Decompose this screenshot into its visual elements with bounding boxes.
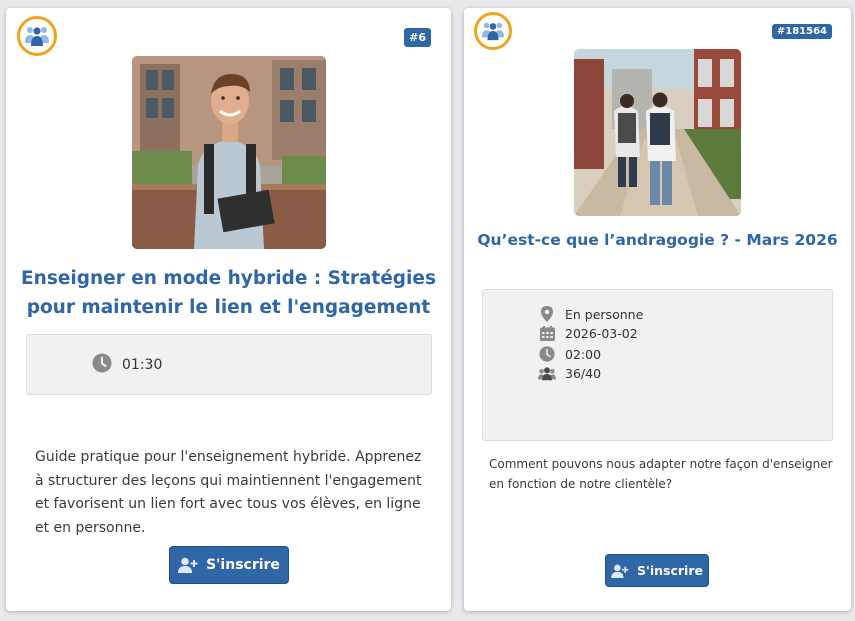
- training-photo: [132, 56, 326, 249]
- duration-row: 01:30: [92, 353, 162, 377]
- calendar-icon: [538, 326, 556, 341]
- clock-icon: [92, 353, 112, 377]
- training-card: #6 Enseigner en mode hybride: Stratégie…: [6, 8, 451, 611]
- group-icon: [17, 16, 57, 56]
- training-title: Enseigner en mode hybride : Stratégies p…: [21, 268, 436, 318]
- capacity-row: 36/40: [538, 366, 601, 381]
- date-row: 2026-03-02: [538, 326, 638, 341]
- id-badge: #6: [404, 28, 431, 47]
- training-photo: [574, 49, 741, 216]
- register-button[interactable]: S'inscrire: [605, 554, 709, 587]
- user-plus-icon: [178, 557, 198, 573]
- training-description: Guide pratique pour l'enseignement hybri…: [35, 449, 422, 536]
- map-pin-icon: [538, 306, 556, 322]
- date-text: 2026-03-02: [565, 326, 638, 341]
- training-description: Comment pouvons nous adapter notre façon…: [489, 457, 833, 491]
- info-box: En personne 2026-03-02 02:00 36/40: [482, 289, 833, 441]
- clock-icon: [538, 346, 556, 362]
- training-card: #181564 Qu’est-ce que l’andragogie ? - M…: [464, 8, 851, 611]
- duration-text: 01:30: [122, 357, 163, 373]
- duration-row: 02:00: [538, 346, 601, 362]
- people-icon: [538, 366, 556, 381]
- register-button-label: S'inscrire: [637, 563, 703, 578]
- mode-row: En personne: [538, 306, 643, 322]
- user-plus-icon: [611, 564, 629, 578]
- id-badge: #181564: [771, 24, 832, 39]
- register-button-label: S'inscrire: [206, 557, 280, 573]
- training-title: Qu’est-ce que l’andragogie ? - Mars 2026: [477, 231, 838, 249]
- capacity-text: 36/40: [565, 366, 602, 381]
- mode-text: En personne: [565, 306, 644, 322]
- group-icon: [474, 12, 512, 50]
- info-box: 01:30: [26, 334, 432, 395]
- register-button[interactable]: S'inscrire: [169, 546, 289, 584]
- duration-text: 02:00: [565, 346, 602, 362]
